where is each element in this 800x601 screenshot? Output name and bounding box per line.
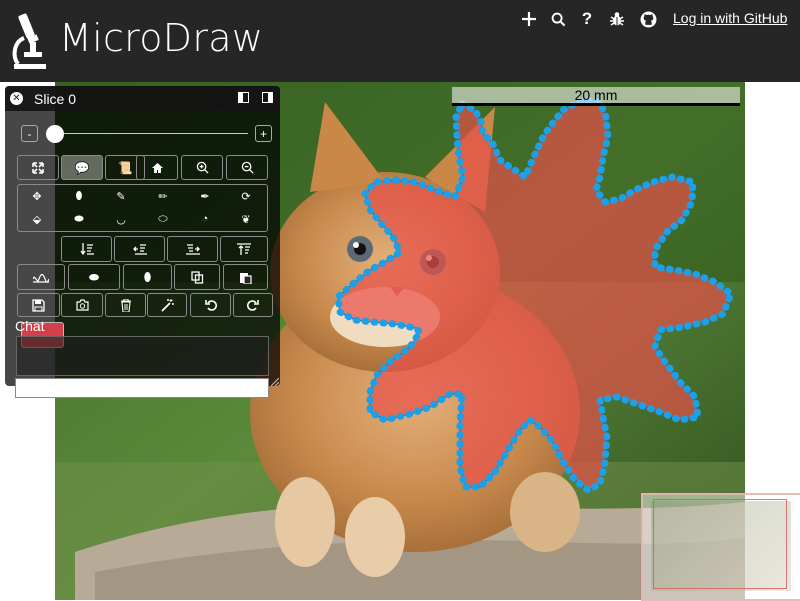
sort-up-icon	[237, 243, 251, 255]
slice-slider-track[interactable]	[49, 133, 248, 134]
draw-freehand-icon[interactable]: ✎	[113, 189, 129, 203]
app-title: MicroDraw	[59, 16, 264, 60]
magic-wand-button[interactable]	[147, 293, 187, 317]
redo-icon	[247, 300, 259, 311]
paste-icon	[240, 272, 252, 284]
send-to-back-button[interactable]	[61, 236, 112, 262]
scale-bar: 20 mm	[452, 87, 740, 106]
question-icon[interactable]: ?	[577, 9, 597, 29]
screenshot-button[interactable]	[61, 293, 103, 317]
merge-region-icon[interactable]: ❦	[238, 212, 254, 226]
fullscreen-icon	[32, 161, 44, 174]
move-forward-button[interactable]	[167, 236, 218, 262]
resize-grip-icon[interactable]	[271, 378, 279, 386]
union-button[interactable]: ⬬	[68, 264, 120, 290]
copy-region-button[interactable]	[174, 264, 220, 290]
plus-icon[interactable]	[519, 9, 539, 29]
copy-icon	[190, 270, 203, 284]
subtract-button[interactable]: ⬮	[123, 264, 172, 290]
close-panel-button[interactable]: ✕	[10, 92, 23, 105]
flip-region-icon[interactable]: ⬙	[29, 212, 45, 226]
chat-input[interactable]	[15, 378, 269, 398]
add-point-icon[interactable]: ✒	[197, 189, 213, 203]
camera-icon	[75, 299, 89, 311]
previous-slice-button[interactable]: -	[21, 125, 38, 142]
panel-header[interactable]: ✕ Slice 0	[5, 86, 280, 111]
chat-toggle-button[interactable]: 💬	[61, 155, 103, 180]
navigator-minimap[interactable]	[641, 493, 800, 601]
save-button[interactable]	[17, 293, 60, 317]
bug-icon[interactable]	[607, 9, 627, 29]
bring-to-front-button[interactable]	[220, 236, 268, 262]
paste-region-button[interactable]	[223, 264, 268, 290]
layer-back-icon	[132, 244, 147, 255]
trash-icon	[120, 298, 131, 312]
speech-bubble-icon: 💬	[74, 160, 90, 175]
zoom-out-button[interactable]	[226, 155, 268, 180]
fullscreen-button[interactable]	[17, 155, 59, 180]
add-region-icon[interactable]: ⬬	[71, 212, 87, 226]
rotate-region-icon[interactable]: ⟳	[238, 189, 254, 203]
zoom-in-icon	[196, 161, 209, 174]
blob-union-icon: ⬬	[88, 269, 100, 284]
search-icon[interactable]	[548, 9, 568, 29]
move-icon[interactable]: ✥	[29, 189, 45, 203]
chat-log	[16, 336, 269, 376]
navigator-viewport-box[interactable]	[653, 499, 787, 589]
chat-label: Chat	[15, 318, 45, 334]
zoom-out-icon	[241, 161, 254, 174]
split-region-icon[interactable]: ◔	[197, 212, 213, 226]
next-slice-button[interactable]: +	[255, 125, 272, 142]
select-region-icon[interactable]: ⬮	[71, 189, 87, 203]
slice-slider-thumb[interactable]	[46, 125, 64, 143]
drawing-tools-group	[17, 184, 268, 232]
move-backward-button[interactable]	[114, 236, 165, 262]
delete-button[interactable]	[105, 293, 146, 317]
zoom-in-button[interactable]	[181, 155, 223, 180]
draw-polygon-icon[interactable]: ✏	[155, 189, 171, 203]
sort-down-icon	[79, 243, 94, 255]
undo-icon	[204, 300, 217, 311]
top-bar: MicroDraw ? Log in with GitHub	[0, 0, 800, 82]
blob-subtract-icon: ⬮	[143, 269, 152, 284]
github-icon[interactable]	[638, 9, 658, 29]
smooth-region-icon[interactable]: ⬭	[155, 212, 171, 226]
signal-button[interactable]	[17, 264, 65, 290]
dock-left-icon[interactable]	[238, 92, 249, 103]
floppy-disk-icon	[32, 298, 45, 312]
slice-title: Slice 0	[34, 91, 77, 107]
redo-button[interactable]	[233, 293, 273, 317]
login-github-link[interactable]: Log in with GitHub	[673, 10, 787, 26]
waveform-icon	[33, 273, 49, 283]
layer-forward-icon	[185, 244, 200, 255]
dock-right-icon[interactable]	[262, 92, 273, 103]
microscope-logo-icon	[12, 13, 46, 69]
scroll-icon: 📜	[117, 160, 133, 175]
home-button[interactable]	[136, 155, 178, 180]
scale-bar-label: 20 mm	[574, 87, 618, 103]
undo-button[interactable]	[190, 293, 231, 317]
simplify-region-icon[interactable]: ◡	[113, 212, 129, 226]
home-icon	[151, 162, 163, 173]
magic-wand-icon	[160, 298, 174, 312]
